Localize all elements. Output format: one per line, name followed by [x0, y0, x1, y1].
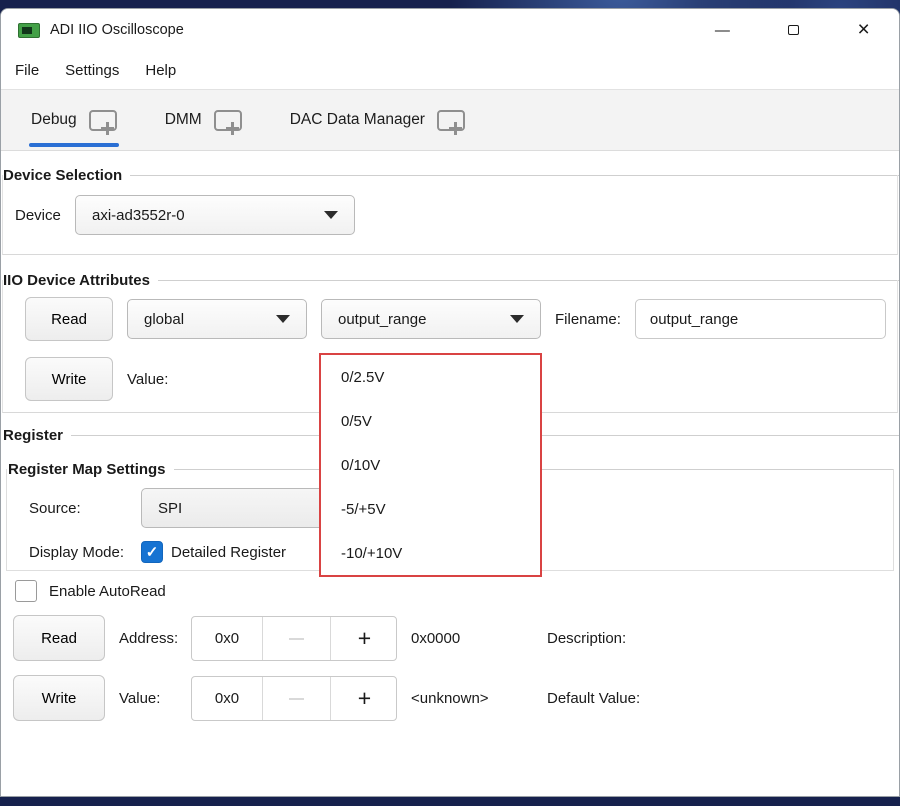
title-bar: ADI IIO Oscilloscope — ×	[1, 9, 899, 51]
attr-read-button[interactable]: Read	[25, 297, 113, 341]
output-range-dropdown-popup: 0/2.5V 0/5V 0/10V -5/+5V -10/+10V	[319, 353, 542, 577]
check-icon: ✓	[146, 543, 159, 561]
maximize-button[interactable]	[758, 9, 829, 51]
app-icon	[18, 23, 40, 38]
increment-button[interactable]: +	[330, 677, 398, 720]
app-window: ADI IIO Oscilloscope — × File Settings H…	[0, 8, 900, 797]
popout-plus-icon[interactable]	[214, 110, 242, 131]
window-title: ADI IIO Oscilloscope	[50, 22, 184, 38]
attr-category-value: global	[144, 311, 184, 328]
close-button[interactable]: ×	[828, 9, 899, 51]
tab-dmm-label: DMM	[165, 111, 202, 129]
address-label: Address:	[119, 630, 191, 647]
dropdown-option[interactable]: -10/+10V	[321, 531, 540, 575]
device-dropdown-value: axi-ad3552r-0	[92, 207, 185, 224]
attribute-read-row: Read global output_range Filename:	[25, 297, 886, 341]
tab-dac-data-manager[interactable]: DAC Data Manager	[290, 90, 465, 150]
caret-down-icon	[510, 315, 524, 323]
dropdown-option[interactable]: 0/10V	[321, 443, 540, 487]
minimize-button[interactable]: —	[687, 9, 758, 51]
display-mode-row: Display Mode: ✓ Detailed Register	[29, 540, 286, 564]
register-read-button[interactable]: Read	[13, 615, 105, 661]
attr-name-dropdown[interactable]: output_range	[321, 299, 541, 339]
attribute-write-row: Write Value:	[25, 357, 168, 401]
display-mode-option-label: Detailed Register	[171, 544, 286, 561]
register-value-label: Value:	[119, 690, 191, 707]
attr-category-dropdown[interactable]: global	[127, 299, 307, 339]
plus-icon: +	[358, 685, 371, 712]
decrement-button[interactable]: —	[262, 617, 330, 660]
plus-icon: +	[358, 625, 371, 652]
minus-icon: —	[289, 630, 304, 647]
device-label: Device	[15, 207, 63, 224]
filename-input[interactable]	[635, 299, 886, 339]
address-value[interactable]: 0x0	[192, 617, 262, 660]
address-hex-display: 0x0000	[411, 630, 531, 647]
description-label: Description:	[547, 630, 626, 647]
register-value[interactable]: 0x0	[192, 677, 262, 720]
autoread-label: Enable AutoRead	[49, 583, 166, 600]
device-dropdown[interactable]: axi-ad3552r-0	[75, 195, 355, 235]
device-row: Device axi-ad3552r-0	[15, 193, 355, 237]
value-stepper: 0x0 — +	[191, 676, 397, 721]
popout-plus-icon[interactable]	[437, 110, 465, 131]
close-icon: ×	[858, 18, 870, 42]
default-value-label: Default Value:	[547, 690, 640, 707]
tab-debug[interactable]: Debug	[31, 90, 117, 150]
source-label: Source:	[29, 500, 141, 517]
increment-button[interactable]: +	[330, 617, 398, 660]
minimize-icon: —	[715, 22, 730, 39]
caret-down-icon	[324, 211, 338, 219]
menu-file[interactable]: File	[15, 62, 39, 79]
address-stepper: 0x0 — +	[191, 616, 397, 661]
tab-dac-label: DAC Data Manager	[290, 111, 425, 129]
autoread-row: Enable AutoRead	[15, 579, 166, 603]
tab-bar: Debug DMM DAC Data Manager	[1, 89, 899, 151]
menu-settings[interactable]: Settings	[65, 62, 119, 79]
dropdown-option[interactable]: 0/5V	[321, 399, 540, 443]
dropdown-option[interactable]: 0/2.5V	[321, 355, 540, 399]
minus-icon: —	[289, 690, 304, 707]
attr-name-value: output_range	[338, 311, 426, 328]
menu-bar: File Settings Help	[1, 51, 899, 89]
autoread-checkbox[interactable]	[15, 580, 37, 602]
maximize-icon	[788, 25, 799, 35]
decrement-button[interactable]: —	[262, 677, 330, 720]
source-dropdown-value: SPI	[158, 500, 182, 517]
attr-value-label: Value:	[127, 371, 168, 388]
popout-plus-icon[interactable]	[89, 110, 117, 131]
caret-down-icon	[276, 315, 290, 323]
tab-debug-label: Debug	[31, 111, 77, 129]
register-write-row: Write Value: 0x0 — + <unknown> Default V…	[13, 675, 640, 721]
attr-write-button[interactable]: Write	[25, 357, 113, 401]
window-controls: — ×	[687, 9, 899, 51]
menu-help[interactable]: Help	[145, 62, 176, 79]
tab-dmm[interactable]: DMM	[165, 90, 242, 150]
dropdown-option[interactable]: -5/+5V	[321, 487, 540, 531]
filename-label: Filename:	[555, 311, 621, 328]
value-display: <unknown>	[411, 690, 531, 707]
register-write-button[interactable]: Write	[13, 675, 105, 721]
display-mode-label: Display Mode:	[29, 544, 133, 561]
detailed-register-checkbox[interactable]: ✓	[141, 541, 163, 563]
register-read-row: Read Address: 0x0 — + 0x0000 Description…	[13, 615, 626, 661]
